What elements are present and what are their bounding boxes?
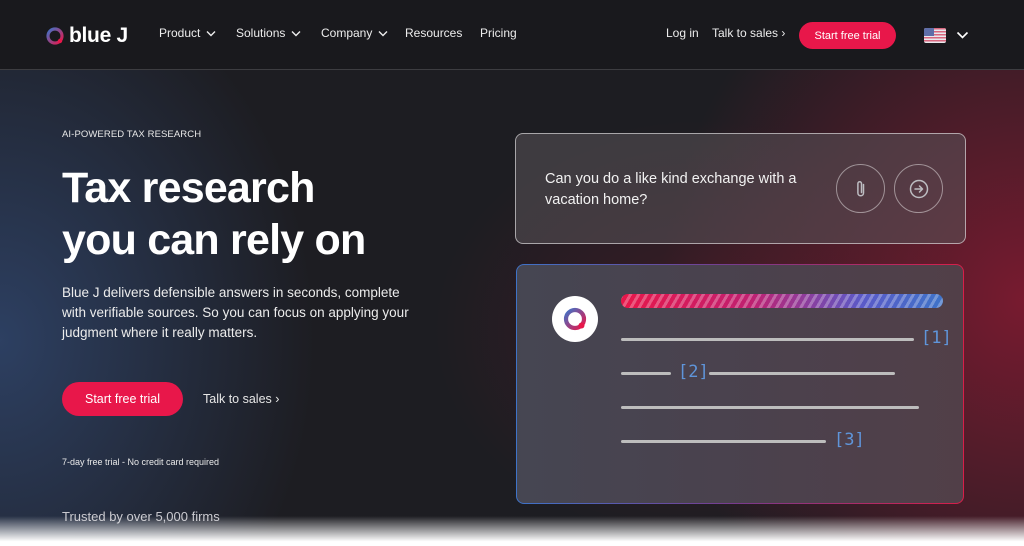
answer-card: [1] [2] [3]: [516, 264, 964, 504]
loading-progress-bar: [621, 294, 943, 308]
nav-item-label: Pricing: [480, 26, 517, 40]
question-card: Can you do a like kind exchange with a v…: [515, 133, 966, 244]
nav-item-product[interactable]: Product: [159, 26, 216, 40]
login-link[interactable]: Log in: [666, 26, 699, 40]
hero-eyebrow: AI-POWERED TAX RESEARCH: [62, 129, 202, 140]
page: blue J Product Solutions Company Resourc…: [0, 0, 1024, 546]
nav-item-resources[interactable]: Resources: [405, 26, 462, 40]
citation-3[interactable]: [3]: [834, 430, 865, 450]
nav-item-label: Company: [321, 26, 373, 40]
answer-line-placeholder: [621, 338, 914, 341]
chevron-down-icon: [291, 30, 301, 36]
brand-logo[interactable]: blue J: [45, 24, 128, 48]
answer-line-placeholder: [621, 406, 919, 409]
blue-j-logo-icon: [563, 307, 587, 331]
attach-button[interactable]: [836, 164, 885, 213]
blue-j-logo-icon: [46, 27, 64, 45]
brand-name: blue J: [69, 24, 128, 47]
chevron-down-icon: [378, 30, 388, 36]
nav-item-company[interactable]: Company: [321, 26, 388, 40]
headline-line-2: you can rely on: [62, 216, 366, 264]
hero-headline: Tax research you can rely on: [62, 162, 462, 266]
chevron-down-icon: [206, 30, 216, 36]
hero-description: Blue J delivers defensible answers in se…: [62, 285, 409, 340]
arrow-right-circle-icon: [909, 179, 928, 198]
talk-to-sales-link[interactable]: Talk to sales ›: [712, 26, 785, 40]
answer-line-placeholder: [621, 440, 826, 443]
nav-item-label: Solutions: [236, 26, 286, 40]
citation-2[interactable]: [2]: [678, 362, 709, 382]
answer-line-placeholder: [709, 372, 895, 375]
citation-1[interactable]: [1]: [921, 328, 952, 348]
hero-start-free-trial-button[interactable]: Start free trial: [62, 382, 183, 416]
nav-item-pricing[interactable]: Pricing: [480, 26, 517, 40]
trial-fine-print: 7-day free trial - No credit card requir…: [62, 457, 220, 467]
start-free-trial-button[interactable]: Start free trial: [799, 22, 896, 49]
nav-item-solutions[interactable]: Solutions: [236, 26, 301, 40]
blue-j-avatar: [552, 296, 598, 342]
nav-item-label: Product: [159, 26, 201, 40]
submit-button[interactable]: [894, 164, 943, 213]
paperclip-icon: [856, 180, 864, 196]
question-text: Can you do a like kind exchange with a v…: [545, 171, 797, 208]
answer-line-placeholder: [621, 372, 671, 375]
hero-talk-to-sales-link[interactable]: Talk to sales ›: [203, 392, 279, 406]
chevron-down-icon[interactable]: [956, 31, 969, 40]
bottom-fade: [0, 516, 1024, 546]
headline-line-1: Tax research: [62, 164, 315, 212]
nav-item-label: Resources: [405, 26, 463, 40]
top-navigation: blue J Product Solutions Company Resourc…: [0, 0, 1024, 70]
us-flag-icon[interactable]: [924, 28, 946, 43]
